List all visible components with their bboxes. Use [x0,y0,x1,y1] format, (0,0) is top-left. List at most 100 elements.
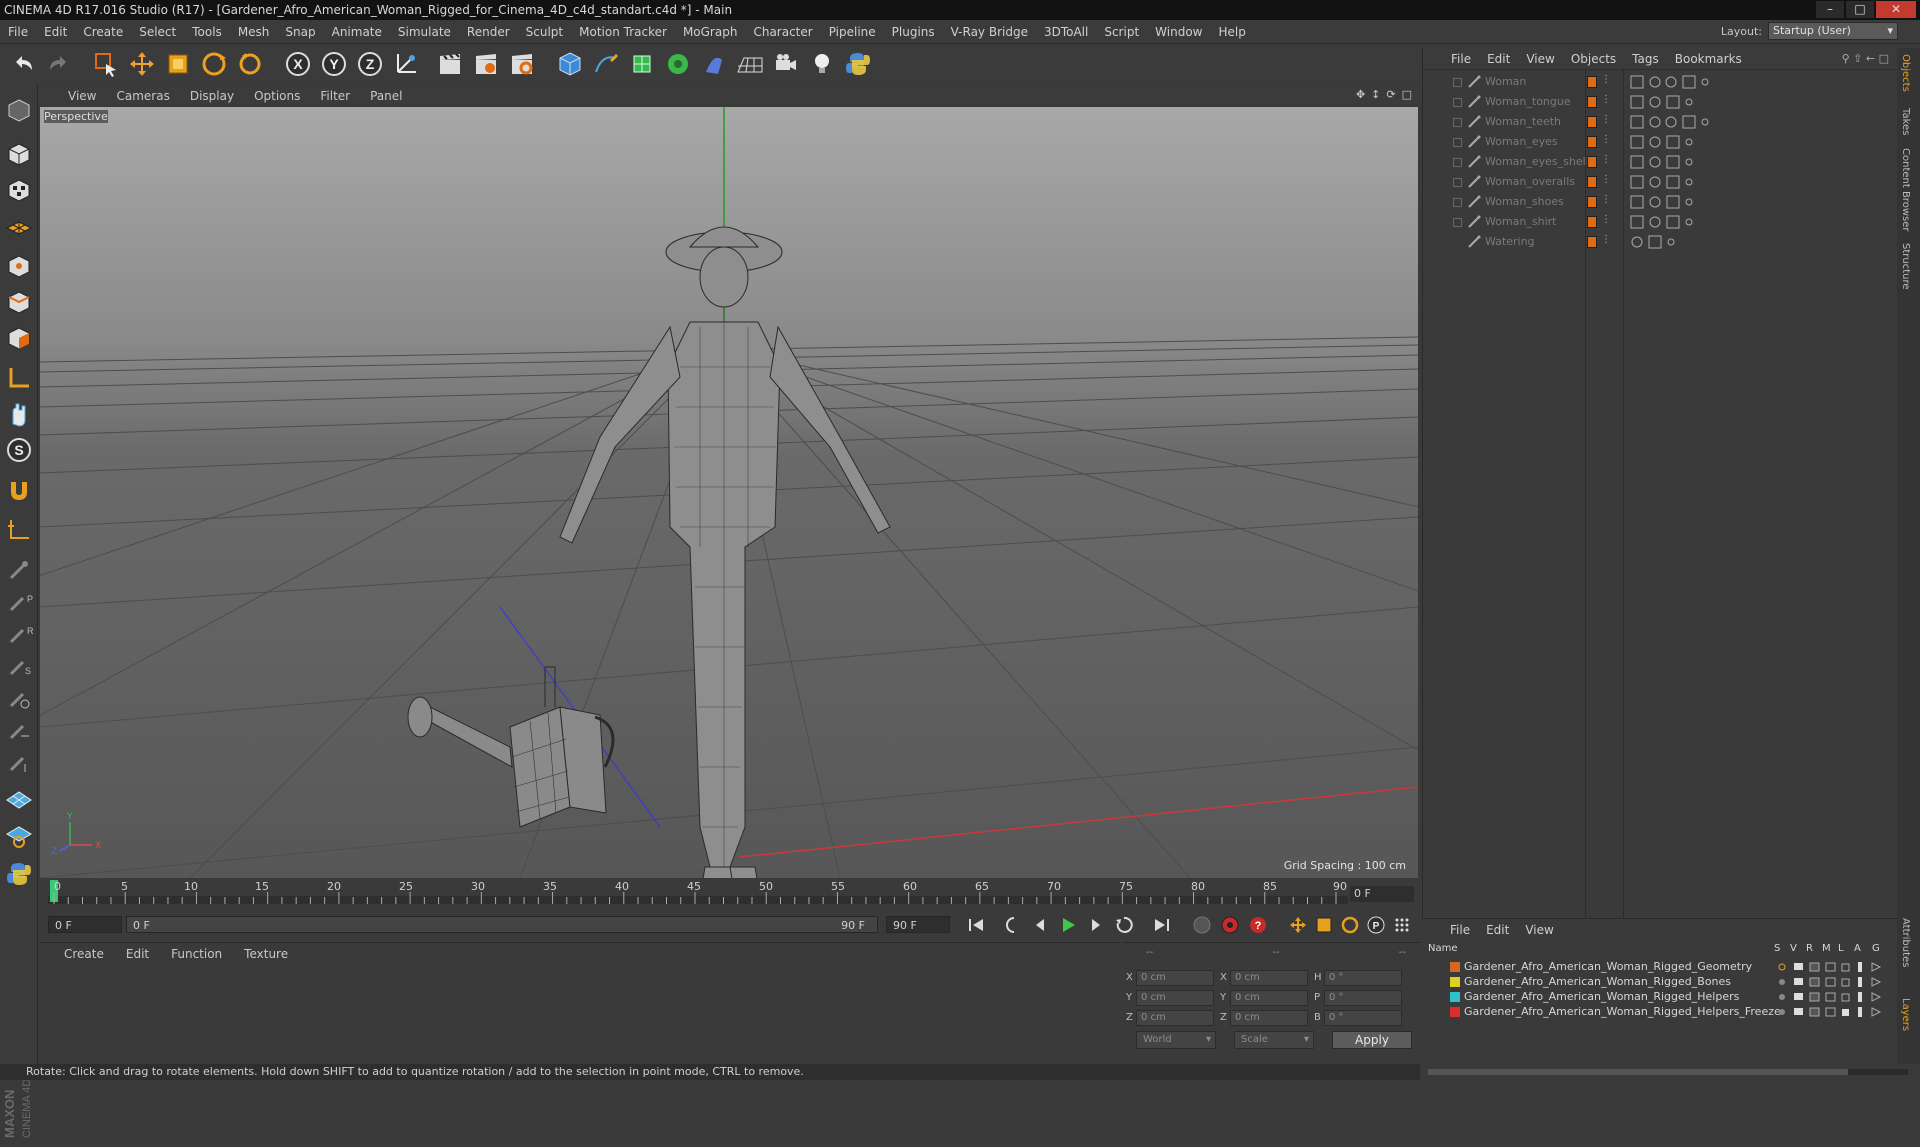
visibility-dots[interactable]: ⋮ [1601,174,1611,185]
menu-pipeline[interactable]: Pipeline [829,25,876,39]
add-cube-button[interactable] [554,48,586,80]
axis-mode-button[interactable] [3,362,35,394]
viewport-menu-panel[interactable]: Panel [370,89,402,103]
position-x-field[interactable]: 0 cm [1136,969,1214,986]
viewport-zoom-icon[interactable]: ↕ [1371,88,1380,101]
render-settings-button[interactable] [506,48,538,80]
layer-row-helpers-freeze[interactable]: Gardener_Afro_American_Woman_Rigged_Help… [1422,1004,1897,1019]
undo-button[interactable] [8,48,40,80]
material-menu-function[interactable]: Function [171,947,222,961]
keyframe-selection-button[interactable]: ? [1246,914,1270,936]
object-menu-tags[interactable]: Tags [1632,52,1659,66]
expand-icon[interactable] [1453,98,1462,107]
layer-toggles[interactable] [1776,960,1896,974]
menu-motion-tracker[interactable]: Motion Tracker [579,25,667,39]
layer-row-geometry[interactable]: Gardener_Afro_American_Woman_Rigged_Geom… [1422,959,1897,974]
menu-window[interactable]: Window [1155,25,1202,39]
y-axis-button[interactable]: Y [318,48,350,80]
key-position-button[interactable] [1286,914,1310,936]
previous-frame-button[interactable] [1028,914,1052,936]
close-button[interactable]: ✕ [1876,1,1916,18]
object-row-woman-shirt[interactable]: Woman_shirt ⋮ [1423,212,1898,232]
polygons-mode-button[interactable] [3,322,35,354]
add-mograph-button[interactable] [662,48,694,80]
add-light-button[interactable] [806,48,838,80]
layer-toggles[interactable] [1776,1005,1896,1019]
tab-content-browser[interactable]: Content Browser [1900,148,1911,231]
viewport-move-icon[interactable]: ✥ [1356,88,1365,101]
render-picture-viewer-button[interactable] [470,48,502,80]
model-mode-button[interactable] [3,138,35,170]
size-x-field[interactable]: 0 cm [1230,969,1308,986]
object-row-woman-overalls[interactable]: Woman_overalls ⋮ [1423,172,1898,192]
object-row-watering[interactable]: Watering ⋮ [1423,232,1898,252]
edges-mode-button[interactable] [3,286,35,318]
python-button[interactable] [842,48,874,80]
start-frame-field[interactable]: 0 F [48,916,122,933]
menu-simulate[interactable]: Simulate [398,25,451,39]
recent-tool-button[interactable] [234,48,266,80]
ik-tool-button[interactable] [3,554,35,586]
layer-toggles[interactable] [1776,975,1896,989]
x-axis-button[interactable]: X [282,48,314,80]
visibility-dots[interactable]: ⋮ [1601,214,1611,225]
record-disabled-button[interactable] [1190,914,1214,936]
z-axis-button[interactable]: Z [354,48,386,80]
make-editable-button[interactable] [3,94,35,126]
viewport-menu-display[interactable]: Display [190,89,234,103]
expand-icon[interactable] [1453,198,1462,207]
horizontal-scrollbar[interactable] [1428,1069,1908,1075]
menu-render[interactable]: Render [467,25,510,39]
visibility-dots[interactable]: ⋮ [1601,74,1611,85]
size-y-field[interactable]: 0 cm [1230,989,1308,1006]
menu-vray-bridge[interactable]: V-Ray Bridge [951,25,1028,39]
rotation-h-field[interactable]: 0 ° [1324,969,1402,986]
object-row-woman[interactable]: Woman ⋮ [1423,72,1898,92]
add-deformer-button[interactable] [698,48,730,80]
object-row-woman-eyes-shell[interactable]: Woman_eyes_shell ⋮ [1423,152,1898,172]
rig-tool-button[interactable]: R [3,618,35,650]
expand-icon[interactable] [1453,178,1462,187]
expand-icon[interactable] [1453,78,1462,87]
bind-tool-button[interactable] [3,682,35,714]
viewport-menu-filter[interactable]: Filter [320,89,350,103]
object-menu-bookmarks[interactable]: Bookmarks [1675,52,1742,66]
menu-3dtoall[interactable]: 3DToAll [1044,25,1088,39]
visibility-dots[interactable]: ⋮ [1601,154,1611,165]
next-key-button[interactable] [1112,914,1136,936]
tab-layers[interactable]: Layers [1900,998,1911,1031]
key-pla-button[interactable] [1390,914,1414,936]
layout-select[interactable]: Startup (User) ▾ [1768,22,1898,40]
menu-sculpt[interactable]: Sculpt [526,25,563,39]
visibility-dots[interactable]: ⋮ [1601,114,1611,125]
pose-tool-button[interactable]: P [3,586,35,618]
menu-plugins[interactable]: Plugins [892,25,935,39]
next-frame-button[interactable] [1084,914,1108,936]
viewport-menu-cameras[interactable]: Cameras [116,89,169,103]
menu-mesh[interactable]: Mesh [238,25,270,39]
layer-menu-view[interactable]: View [1525,923,1553,937]
add-nurbs-button[interactable] [626,48,658,80]
material-menu-texture[interactable]: Texture [244,947,288,961]
visibility-dots[interactable]: ⋮ [1601,94,1611,105]
script-python-button[interactable] [3,858,35,890]
position-z-field[interactable]: 0 cm [1136,1009,1214,1026]
add-environment-button[interactable] [734,48,766,80]
3d-viewport[interactable]: Y X Z Perspective Grid Spacing : 100 cm [40,107,1418,878]
object-row-woman-tongue[interactable]: Woman_tongue ⋮ [1423,92,1898,112]
add-spline-button[interactable] [590,48,622,80]
key-rotation-button[interactable] [1338,914,1362,936]
layer-toggles[interactable] [1776,990,1896,1004]
menu-help[interactable]: Help [1218,25,1245,39]
menu-animate[interactable]: Animate [332,25,382,39]
previous-key-button[interactable] [998,914,1022,936]
object-menu-objects[interactable]: Objects [1571,52,1616,66]
add-camera-button[interactable] [770,48,802,80]
texture-mode-button[interactable] [3,174,35,206]
object-menu-file[interactable]: File [1451,52,1471,66]
menu-script[interactable]: Script [1104,25,1139,39]
object-row-woman-teeth[interactable]: Woman_teeth ⋮ [1423,112,1898,132]
apply-button[interactable]: Apply [1332,1031,1412,1049]
points-mode-button[interactable] [3,250,35,282]
layer-color-swatch[interactable] [1450,977,1460,987]
